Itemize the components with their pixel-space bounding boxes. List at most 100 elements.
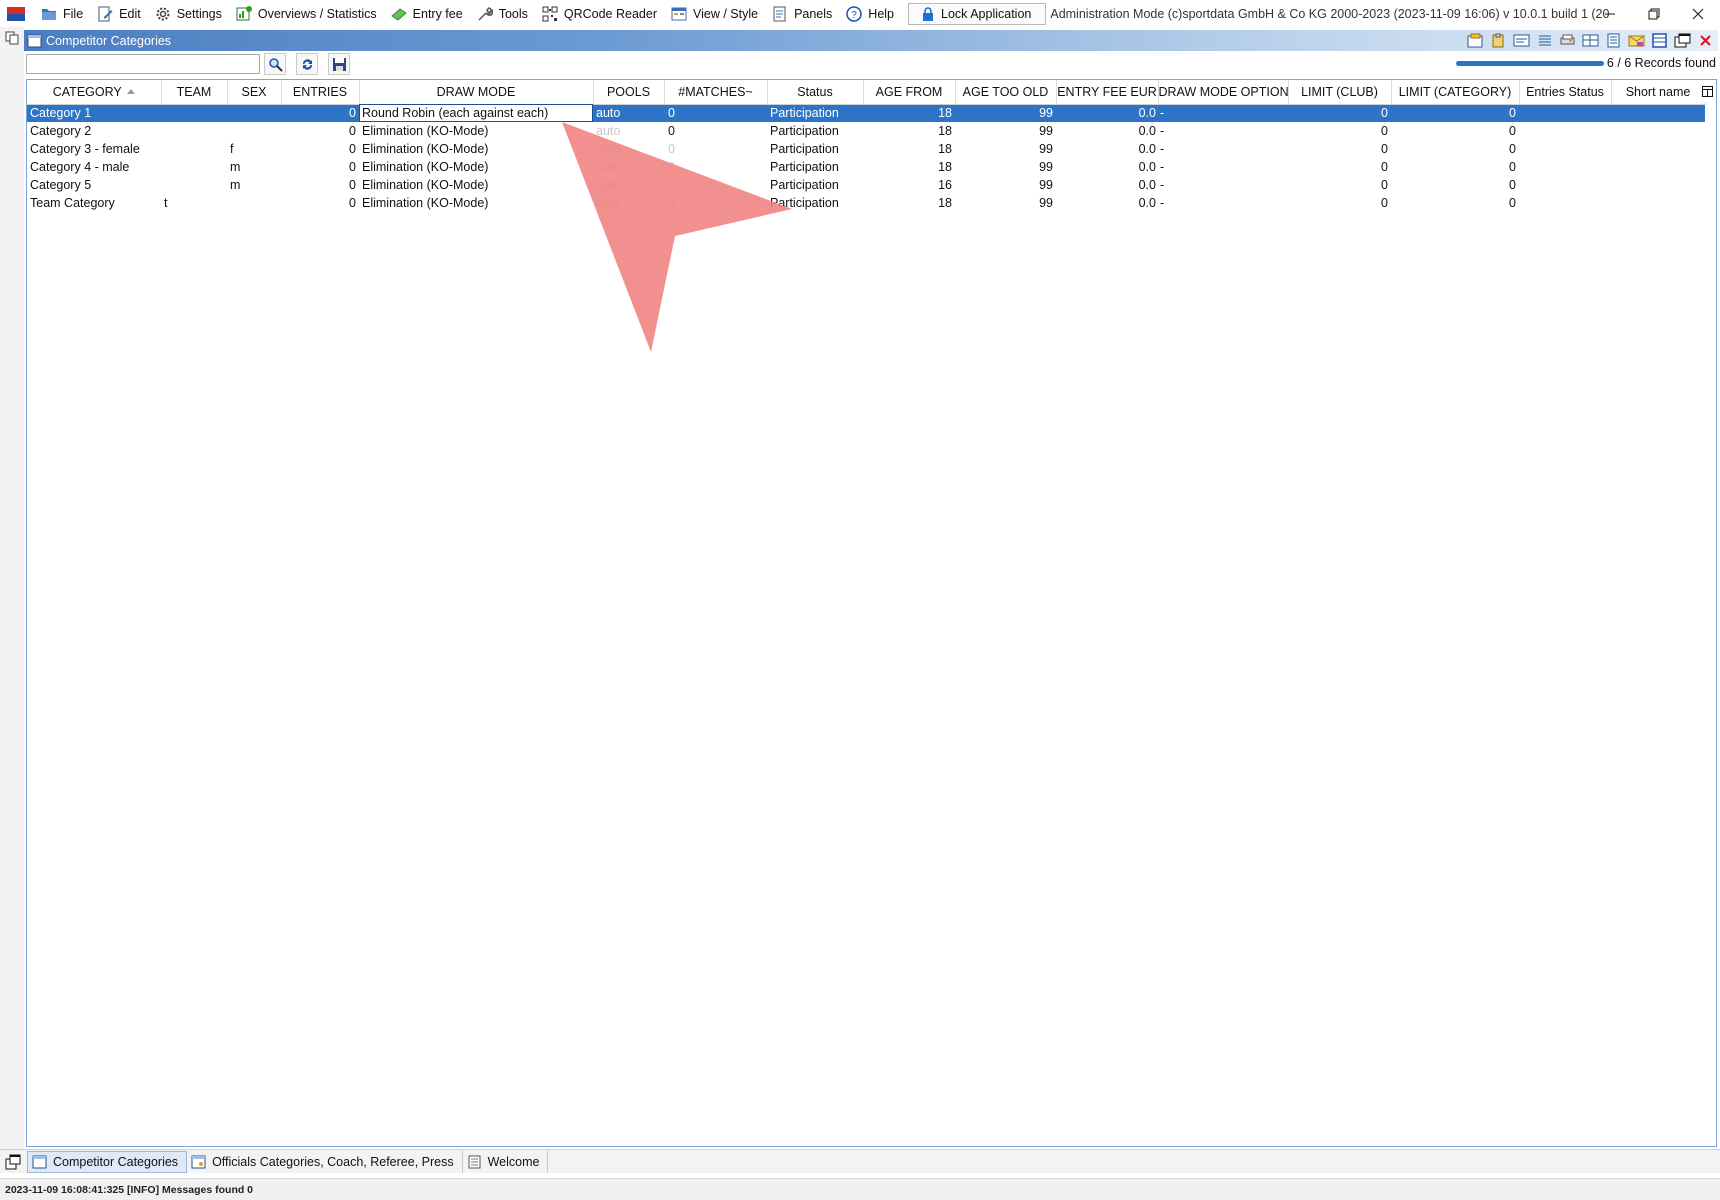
- cell-team[interactable]: [161, 176, 227, 194]
- table-row[interactable]: Category 3 - female f 0 Elimination (KO-Mod…: [27, 140, 1705, 158]
- cell-category[interactable]: Category 1: [27, 104, 161, 122]
- cell-age-from[interactable]: 16: [863, 176, 955, 194]
- menu-tools[interactable]: Tools: [473, 0, 538, 27]
- window-icon[interactable]: [1674, 33, 1691, 48]
- menu-edit[interactable]: Edit: [93, 0, 151, 27]
- cell-sex[interactable]: [227, 104, 281, 122]
- list-view-icon[interactable]: [1536, 33, 1553, 48]
- cell-limit-category[interactable]: 0: [1391, 158, 1519, 176]
- cell-pools[interactable]: auto: [593, 104, 664, 122]
- lock-application-button[interactable]: Lock Application: [908, 2, 1047, 25]
- cell-limit-category[interactable]: 0: [1391, 104, 1519, 122]
- cell-short-name[interactable]: [1611, 158, 1705, 176]
- cell-sex[interactable]: m: [227, 176, 281, 194]
- cell-team[interactable]: [161, 104, 227, 122]
- cell-age-from[interactable]: 18: [863, 158, 955, 176]
- cell-matches[interactable]: 0: [664, 176, 767, 194]
- cell-entries[interactable]: 0: [281, 122, 359, 140]
- tab-competitor-categories[interactable]: Competitor Categories: [27, 1150, 188, 1173]
- tab-welcome[interactable]: Welcome: [463, 1150, 549, 1173]
- menu-settings[interactable]: Settings: [151, 0, 232, 27]
- cell-age-too-old[interactable]: 99: [955, 158, 1056, 176]
- cell-short-name[interactable]: [1611, 104, 1705, 122]
- cell-entries[interactable]: 0: [281, 140, 359, 158]
- column-header-team[interactable]: TEAM: [161, 80, 228, 105]
- menu-qrcode-reader[interactable]: QRCode Reader: [538, 0, 667, 27]
- menu-view-style[interactable]: View / Style: [667, 0, 768, 27]
- menu-panels[interactable]: Panels: [768, 0, 842, 27]
- cell-entries[interactable]: 0: [281, 158, 359, 176]
- column-chooser-button[interactable]: [1700, 80, 1714, 102]
- menu-overviews-statistics[interactable]: Overviews / Statistics: [232, 0, 387, 27]
- cell-draw-mode-option[interactable]: -: [1158, 140, 1288, 158]
- cell-limit-club[interactable]: 0: [1288, 122, 1391, 140]
- cell-status[interactable]: Participation: [767, 122, 863, 140]
- search-input[interactable]: [26, 54, 260, 74]
- cell-matches[interactable]: 0: [664, 158, 767, 176]
- column-header-matches[interactable]: #MATCHES~: [664, 80, 768, 105]
- cell-matches[interactable]: 0: [664, 122, 767, 140]
- menu-file[interactable]: File: [37, 0, 93, 27]
- cell-entry-fee[interactable]: 0.0: [1056, 104, 1158, 122]
- cell-draw-mode[interactable]: Round Robin (each against each): [359, 104, 593, 122]
- cell-age-from[interactable]: 18: [863, 104, 955, 122]
- cell-limit-category[interactable]: 0: [1391, 176, 1519, 194]
- cell-draw-mode-option[interactable]: -: [1158, 122, 1288, 140]
- cell-draw-mode-option[interactable]: -: [1158, 176, 1288, 194]
- cell-draw-mode-option[interactable]: -: [1158, 194, 1288, 212]
- cell-age-too-old[interactable]: 99: [955, 140, 1056, 158]
- cell-entry-fee[interactable]: 0.0: [1056, 158, 1158, 176]
- cell-draw-mode-option[interactable]: -: [1158, 158, 1288, 176]
- mail-icon[interactable]: [1628, 33, 1645, 48]
- search-button[interactable]: [264, 53, 286, 75]
- cell-team[interactable]: [161, 140, 227, 158]
- cell-entry-fee[interactable]: 0.0: [1056, 122, 1158, 140]
- column-header-limit-category[interactable]: LIMIT (CATEGORY): [1391, 80, 1520, 105]
- column-header-draw-mode[interactable]: DRAW MODE: [359, 80, 594, 105]
- cell-team[interactable]: [161, 158, 227, 176]
- cell-sex[interactable]: m: [227, 158, 281, 176]
- cell-entry-fee[interactable]: 0.0: [1056, 140, 1158, 158]
- cell-entries-status[interactable]: [1519, 140, 1611, 158]
- column-header-entry-fee[interactable]: ENTRY FEE EUR: [1056, 80, 1159, 105]
- cell-entries-status[interactable]: [1519, 194, 1611, 212]
- cell-limit-category[interactable]: 0: [1391, 122, 1519, 140]
- cell-limit-club[interactable]: 0: [1288, 104, 1391, 122]
- cell-category[interactable]: Category 3 - female: [27, 140, 161, 158]
- column-header-pools[interactable]: POOLS: [593, 80, 665, 105]
- print-icon[interactable]: [1559, 33, 1576, 48]
- cell-draw-mode[interactable]: Elimination (KO-Mode): [359, 194, 593, 212]
- cell-matches[interactable]: 0: [664, 104, 767, 122]
- column-header-short-name[interactable]: Short name: [1611, 80, 1706, 105]
- cell-status[interactable]: Participation: [767, 176, 863, 194]
- form-view-icon[interactable]: [1513, 33, 1530, 48]
- clipboard-icon[interactable]: [1490, 33, 1507, 48]
- copy-window-icon[interactable]: [5, 31, 19, 45]
- cell-age-too-old[interactable]: 99: [955, 194, 1056, 212]
- cell-category[interactable]: Category 4 - male: [27, 158, 161, 176]
- column-header-draw-mode-option[interactable]: DRAW MODE OPTION: [1158, 80, 1289, 105]
- cell-status[interactable]: Participation: [767, 104, 863, 122]
- cell-limit-category[interactable]: 0: [1391, 140, 1519, 158]
- cell-category[interactable]: Category 2: [27, 122, 161, 140]
- column-header-age-too-old[interactable]: AGE TOO OLD: [955, 80, 1057, 105]
- cell-age-from[interactable]: 18: [863, 122, 955, 140]
- cell-entries[interactable]: 0: [281, 104, 359, 122]
- cell-entries[interactable]: 0: [281, 194, 359, 212]
- cell-draw-mode[interactable]: Elimination (KO-Mode): [359, 140, 593, 158]
- column-header-entries[interactable]: ENTRIES: [281, 80, 360, 105]
- cell-limit-category[interactable]: 0: [1391, 194, 1519, 212]
- cell-entry-fee[interactable]: 0.0: [1056, 194, 1158, 212]
- cell-age-too-old[interactable]: 99: [955, 122, 1056, 140]
- table-row[interactable]: Category 1 0 Round Robin (each against eac…: [27, 104, 1705, 122]
- cell-limit-club[interactable]: 0: [1288, 194, 1391, 212]
- menu-help[interactable]: ? Help: [842, 0, 904, 27]
- table-row[interactable]: Category 4 - male m 0 Elimination (KO-Mode)…: [27, 158, 1705, 176]
- cell-entry-fee[interactable]: 0.0: [1056, 176, 1158, 194]
- column-header-sex[interactable]: SEX: [227, 80, 282, 105]
- cell-draw-mode[interactable]: Elimination (KO-Mode): [359, 158, 593, 176]
- column-header-limit-club[interactable]: LIMIT (CLUB): [1288, 80, 1392, 105]
- cell-entries-status[interactable]: [1519, 122, 1611, 140]
- column-header-age-from[interactable]: AGE FROM: [863, 80, 956, 105]
- tab-list-icon[interactable]: [5, 1154, 21, 1170]
